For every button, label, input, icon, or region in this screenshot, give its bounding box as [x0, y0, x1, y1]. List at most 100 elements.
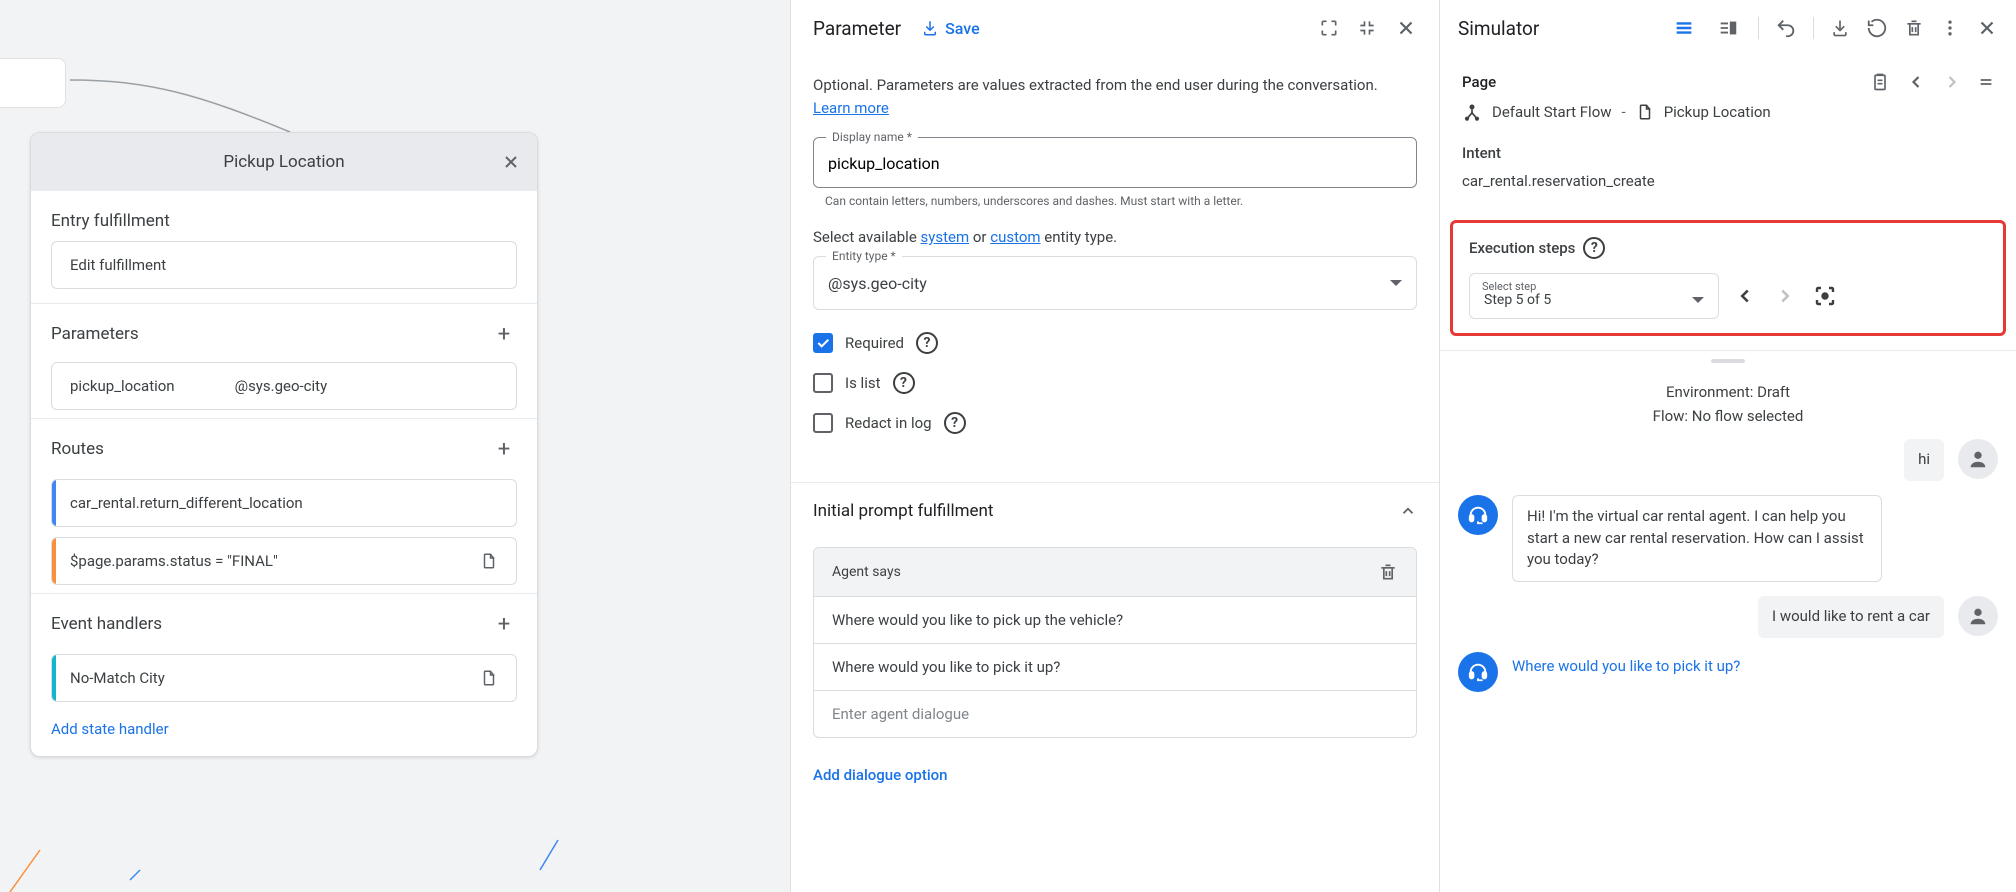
user-avatar-icon — [1958, 596, 1998, 636]
step-select[interactable]: Select step Step 5 of 5 — [1469, 273, 1719, 319]
parameter-row[interactable]: pickup_location @sys.geo-city — [51, 362, 517, 410]
step-select-label: Select step — [1482, 280, 1536, 293]
help-icon[interactable]: ? — [893, 372, 915, 394]
page-icon — [480, 669, 498, 687]
flow-canvas[interactable]: Pickup Location Entry fulfillment Edit f… — [0, 0, 790, 892]
collapse-icon[interactable] — [1978, 74, 1994, 90]
user-message: hi — [1458, 439, 1998, 481]
entry-fulfillment-heading: Entry fulfillment — [51, 211, 170, 231]
parameter-name: pickup_location — [70, 377, 175, 395]
dialogue-row[interactable]: Where would you like to pick it up? — [814, 643, 1416, 690]
execution-steps-title: Execution steps — [1469, 239, 1575, 257]
page-node-pickup-location: Pickup Location Entry fulfillment Edit f… — [30, 132, 538, 757]
parameters-heading: Parameters — [51, 324, 139, 344]
route-item[interactable]: car_rental.return_different_location — [51, 479, 517, 527]
breadcrumb: Default Start Flow - Pickup Location — [1462, 102, 1994, 122]
edit-fulfillment-button[interactable]: Edit fulfillment — [51, 241, 517, 289]
display-name-help: Can contain letters, numbers, underscore… — [825, 194, 1417, 208]
is-list-checkbox[interactable] — [813, 373, 833, 393]
add-dialogue-option-link[interactable]: Add dialogue option — [791, 742, 1439, 808]
user-bubble: hi — [1904, 439, 1944, 481]
execution-steps-box: Execution steps ? Select step Step 5 of … — [1450, 220, 2006, 336]
close-icon[interactable] — [1976, 17, 1998, 39]
chevron-down-icon — [1692, 297, 1704, 303]
flow-line: Flow: No flow selected — [1458, 407, 1998, 425]
undo-icon[interactable] — [1775, 17, 1797, 39]
dialogue-row[interactable]: Where would you like to pick up the vehi… — [814, 596, 1416, 643]
entity-type-select[interactable]: Entity type * @sys.geo-city — [813, 256, 1417, 310]
agent-avatar-icon — [1458, 495, 1498, 535]
is-list-label: Is list — [845, 374, 881, 392]
intent-value: car_rental.reservation_create — [1462, 172, 1994, 190]
fullscreen-icon[interactable] — [1319, 18, 1339, 38]
step-next-button[interactable] — [1771, 282, 1799, 310]
node-title: Pickup Location — [223, 152, 344, 172]
user-avatar-icon — [1958, 439, 1998, 479]
learn-more-link[interactable]: Learn more — [813, 99, 889, 117]
event-label: No-Match City — [70, 669, 165, 687]
more-icon[interactable] — [1940, 18, 1960, 38]
flow-name[interactable]: Default Start Flow — [1492, 103, 1612, 121]
reset-icon[interactable] — [1866, 17, 1888, 39]
chevron-left-icon[interactable] — [1906, 72, 1926, 92]
focus-icon[interactable] — [1811, 282, 1839, 310]
drag-handle[interactable] — [1440, 359, 2016, 363]
add-route-button[interactable]: + — [491, 437, 517, 462]
collapsed-node[interactable] — [0, 58, 66, 108]
intent-heading: Intent — [1462, 144, 1994, 162]
separator — [1813, 17, 1814, 39]
help-icon[interactable]: ? — [1583, 237, 1605, 259]
agent-message: Hi! I'm the virtual car rental agent. I … — [1458, 495, 1998, 582]
delete-icon[interactable] — [1904, 18, 1924, 38]
clipboard-icon[interactable] — [1870, 72, 1890, 92]
page-name[interactable]: Pickup Location — [1664, 103, 1771, 121]
exit-fullscreen-icon[interactable] — [1357, 18, 1377, 38]
add-event-handler-button[interactable]: + — [491, 612, 517, 637]
route-item[interactable]: $page.params.status = "FINAL" — [51, 537, 517, 585]
route-label: $page.params.status = "FINAL" — [70, 552, 278, 570]
step-select-value: Step 5 of 5 — [1484, 292, 1551, 308]
dialogue-input[interactable]: Enter agent dialogue — [814, 690, 1416, 737]
save-button[interactable]: Save — [921, 19, 980, 38]
agent-says-box: Agent says Where would you like to pick … — [813, 547, 1417, 738]
agent-bubble: Hi! I'm the virtual car rental agent. I … — [1512, 495, 1882, 582]
page-mini-icon — [1636, 103, 1654, 121]
panel-title: Parameter — [813, 17, 901, 40]
environment-line: Environment: Draft — [1458, 383, 1998, 401]
simulator-panel: Simulator — [1440, 0, 2016, 892]
display-name-label: Display name * — [826, 130, 918, 144]
event-handler-item[interactable]: No-Match City — [51, 654, 517, 702]
help-icon[interactable]: ? — [944, 412, 966, 434]
step-prev-button[interactable] — [1731, 282, 1759, 310]
simulator-title: Simulator — [1458, 17, 1539, 40]
required-checkbox[interactable] — [813, 333, 833, 353]
agent-prompt-link[interactable]: Where would you like to pick it up? — [1512, 652, 1740, 682]
download-icon[interactable] — [1830, 18, 1850, 38]
add-state-handler-link[interactable]: Add state handler — [31, 710, 537, 738]
flow-mini-icon — [1462, 102, 1482, 122]
add-parameter-button[interactable]: + — [491, 322, 517, 347]
agent-says-label: Agent says — [832, 564, 901, 580]
help-icon[interactable]: ? — [916, 332, 938, 354]
display-name-input[interactable] — [814, 138, 1416, 187]
view-list-icon[interactable] — [1670, 16, 1698, 40]
delete-icon[interactable] — [1378, 562, 1398, 582]
custom-entities-link[interactable]: custom — [990, 228, 1040, 246]
initial-prompt-section[interactable]: Initial prompt fulfillment — [791, 482, 1439, 539]
close-icon[interactable] — [501, 152, 521, 172]
system-entities-link[interactable]: system — [921, 228, 970, 246]
display-name-field[interactable]: Display name * — [813, 137, 1417, 188]
conversation: Environment: Draft Flow: No flow selecte… — [1440, 371, 2016, 892]
chevron-right-icon[interactable] — [1942, 72, 1962, 92]
panel-hint: Optional. Parameters are values extracte… — [813, 74, 1417, 119]
user-message: I would like to rent a car — [1458, 596, 1998, 638]
page-label: Page — [1462, 73, 1496, 91]
redact-checkbox[interactable] — [813, 413, 833, 433]
agent-message: Where would you like to pick it up? — [1458, 652, 1998, 692]
agent-avatar-icon — [1458, 652, 1498, 692]
event-handlers-heading: Event handlers — [51, 614, 162, 634]
view-detail-icon[interactable] — [1714, 16, 1742, 40]
close-icon[interactable] — [1395, 17, 1417, 39]
save-label: Save — [945, 19, 980, 38]
chevron-up-icon — [1399, 502, 1417, 520]
